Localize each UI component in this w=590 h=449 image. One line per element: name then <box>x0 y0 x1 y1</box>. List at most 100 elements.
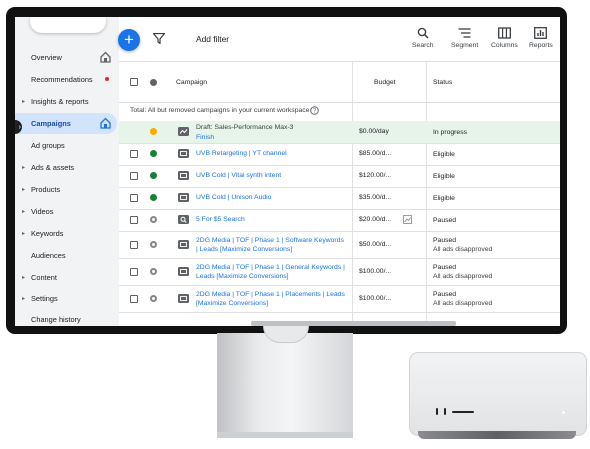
sidebar-item-label: Campaigns <box>31 119 71 128</box>
status-dot-icon[interactable] <box>150 172 157 179</box>
sidebar-item-change-history[interactable]: Change history <box>15 309 119 326</box>
status-column-header[interactable]: Status <box>433 79 452 86</box>
add-filter-button[interactable]: Add filter <box>196 34 229 44</box>
reports-icon <box>534 27 548 39</box>
budget-value[interactable]: $85.00/d... <box>359 150 391 157</box>
status-dot-icon[interactable] <box>150 295 157 302</box>
table-row[interactable]: 5 For $5 Search $20.00/d... Paused <box>119 209 560 232</box>
status-dot-icon[interactable] <box>150 241 157 248</box>
screen: Overview Recommendations ▸ Insights & repor… <box>15 17 560 326</box>
sidebar-item-label: Overview <box>31 53 62 62</box>
campaign-name: Draft: Sales-Performance Max-3 <box>196 124 294 131</box>
row-checkbox[interactable] <box>130 150 138 158</box>
status-text: Paused <box>433 217 457 224</box>
status-dot-icon[interactable] <box>150 268 157 275</box>
budget-value[interactable]: $100.00/... <box>359 268 391 275</box>
sidebar-item-insights-reports[interactable]: ▸ Insights & reports <box>15 91 119 112</box>
status-cell: Paused All ads disapproved <box>433 290 492 308</box>
usb-c-port <box>436 408 438 415</box>
status-cell: Paused All ads disapproved <box>433 236 492 254</box>
columns-icon <box>497 27 511 39</box>
campaign-name-link[interactable]: UVB Cold | Unison Audio <box>196 194 346 203</box>
table-row[interactable]: UVB Cold | Vital synth intent $120.00/...… <box>119 165 560 188</box>
reports-tool-label: Reports <box>529 42 553 49</box>
campaign-name-link[interactable]: 2DG Media | TOF | Phase 1 | Placements |… <box>196 291 346 308</box>
filter-icon[interactable] <box>153 33 165 44</box>
sidebar-item-videos[interactable]: ▸ Videos <box>15 201 119 222</box>
expand-caret-icon: ▸ <box>22 296 26 302</box>
finish-link[interactable]: Finish <box>196 134 214 143</box>
sidebar-item-label: Audiences <box>31 251 66 260</box>
sidebar-item-content[interactable]: ▸ Content <box>15 267 119 288</box>
sidebar-item-recommendations[interactable]: Recommendations <box>15 69 119 90</box>
budget-value[interactable]: $0.00/day <box>359 128 389 135</box>
campaign-name-link[interactable]: 2DG Media | TOF | Phase 1 | Software Key… <box>196 237 346 254</box>
notification-dot-icon <box>105 77 109 81</box>
budget-column-header[interactable]: Budget <box>374 79 396 86</box>
video-campaign-icon <box>178 267 189 276</box>
table-row[interactable]: 2DG Media | TOF | Phase 1 | General Keyw… <box>119 258 560 286</box>
budget-value[interactable]: $50.00/d... <box>359 241 391 248</box>
row-checkbox[interactable] <box>130 268 138 276</box>
sidebar-item-overview[interactable]: Overview <box>15 47 119 68</box>
table-row[interactable]: UVB Retargeting | YT channel $85.00/d... E… <box>119 143 560 166</box>
stand-foot <box>217 432 353 438</box>
sidebar-item-label: Keywords <box>31 229 64 238</box>
campaign-name-link[interactable]: UVB Retargeting | YT channel <box>196 150 346 159</box>
new-campaign-button[interactable]: + <box>118 29 140 51</box>
budget-chart-icon[interactable] <box>403 215 412 224</box>
status-dot-icon[interactable] <box>150 216 157 223</box>
status-text: In progress <box>433 129 468 136</box>
budget-value[interactable]: $120.00/... <box>359 172 391 179</box>
status-dot-icon[interactable] <box>150 194 157 201</box>
row-checkbox[interactable] <box>130 172 138 180</box>
budget-value[interactable]: $100.00/... <box>359 295 391 302</box>
sidebar-item-settings[interactable]: ▸ Settings <box>15 288 119 309</box>
segment-icon <box>458 28 471 38</box>
status-dot-icon[interactable] <box>150 150 157 157</box>
table-row[interactable]: Draft: Sales-Performance Max-3 Finish $0.0… <box>119 121 560 144</box>
status-text: Paused <box>433 237 457 244</box>
columns-tool-button[interactable]: Columns <box>491 27 518 49</box>
campaign-name-link[interactable]: 5 For $5 Search <box>196 216 346 225</box>
campaign-column-header[interactable]: Campaign <box>176 79 207 86</box>
segment-tool-button[interactable]: Segment <box>451 27 478 49</box>
sidebar-item-label: Settings <box>31 294 58 303</box>
help-icon[interactable]: ? <box>310 106 319 115</box>
status-subtext: All ads disapproved <box>433 246 493 253</box>
reports-tool-button[interactable]: Reports <box>529 27 553 49</box>
budget-value[interactable]: $35.00/d... <box>359 194 391 201</box>
sidebar-item-ad-groups[interactable]: Ad groups <box>15 135 119 156</box>
table-row[interactable]: 2DG Media | TOF | Phase 1 | Placements |… <box>119 285 560 313</box>
table-row[interactable]: UVB Cold | Unison Audio $35.00/d... Eligib… <box>119 187 560 210</box>
sidebar-item-campaigns[interactable]: Campaigns <box>15 113 117 134</box>
monitor-frame: Overview Recommendations ▸ Insights & repor… <box>6 7 567 334</box>
row-checkbox[interactable] <box>130 295 138 303</box>
campaign-name-link[interactable]: UVB Cold | Vital synth intent <box>196 172 346 181</box>
row-checkbox[interactable] <box>130 194 138 202</box>
row-checkbox[interactable] <box>130 216 138 224</box>
row-checkbox[interactable] <box>130 241 138 249</box>
home-icon <box>100 51 111 63</box>
sidebar-item-audiences[interactable]: Audiences <box>15 245 119 266</box>
search-tool-button[interactable]: Search <box>412 27 434 49</box>
sidebar-item-products[interactable]: ▸ Products <box>15 179 119 200</box>
sidebar-item-label: Content <box>31 273 57 282</box>
sidebar: Overview Recommendations ▸ Insights & repor… <box>15 17 119 326</box>
status-text: Paused <box>433 264 457 271</box>
sidebar-item-label: Insights & reports <box>31 97 89 106</box>
select-all-checkbox[interactable] <box>130 78 138 86</box>
campaign-name-link[interactable]: 2DG Media | TOF | Phase 1 | General Keyw… <box>196 264 346 281</box>
sd-card-slot <box>452 411 474 413</box>
sidebar-item-ads-assets[interactable]: ▸ Ads & assets <box>15 157 119 178</box>
usb-c-port <box>444 408 446 415</box>
account-selector[interactable] <box>30 17 106 33</box>
sidebar-item-keywords[interactable]: ▸ Keywords <box>15 223 119 244</box>
total-row: Total: All but removed campaigns in your… <box>119 102 560 122</box>
status-dot-icon[interactable] <box>150 128 157 135</box>
search-icon <box>417 27 429 39</box>
table-row[interactable]: 2DG Media | TOF | Phase 1 | Software Key… <box>119 231 560 259</box>
status-text: Eligible <box>433 151 455 158</box>
expand-caret-icon: ▸ <box>22 99 26 105</box>
budget-value[interactable]: $20.00/d... <box>359 216 391 223</box>
